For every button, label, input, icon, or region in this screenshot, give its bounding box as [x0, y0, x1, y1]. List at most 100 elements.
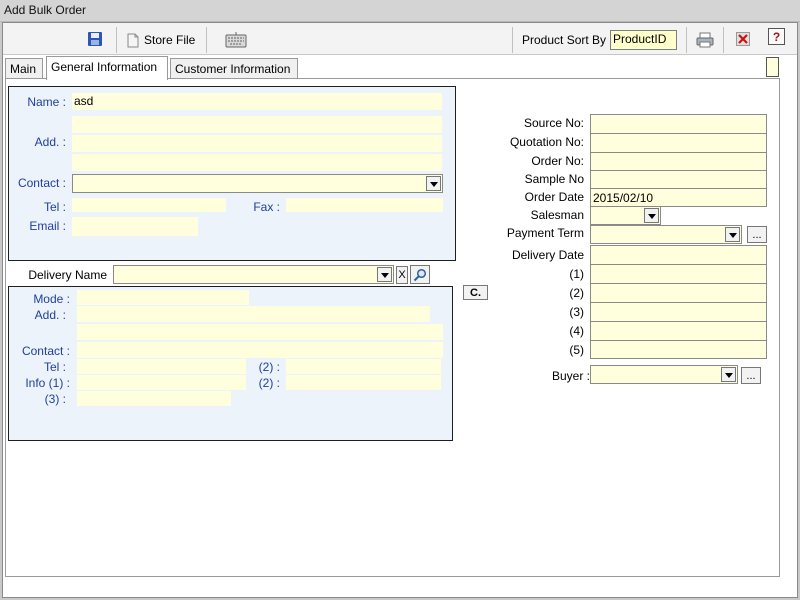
- date-5-label: (5): [569, 343, 584, 357]
- source-no-label: Source No:: [523, 116, 584, 130]
- window-titlebar: Add Bulk Order: [0, 0, 800, 22]
- contact-label: Contact :: [17, 176, 66, 190]
- toolbar-separator: [686, 27, 687, 53]
- order-no-label: Order No:: [531, 154, 584, 168]
- tab-customer-information[interactable]: Customer Information: [170, 58, 298, 80]
- toolbar-separator: [116, 27, 117, 53]
- save-button[interactable]: [86, 30, 104, 48]
- buyer-dropdown[interactable]: [590, 365, 738, 384]
- toolbar: [3, 23, 797, 55]
- tel-label: Tel :: [43, 200, 66, 214]
- buyer-more-button[interactable]: ...: [741, 367, 761, 384]
- clear-delivery-label: X: [398, 269, 406, 281]
- date-4-field[interactable]: [590, 321, 767, 340]
- sample-no-label: Sample No: [524, 172, 584, 186]
- source-no-field[interactable]: [590, 114, 767, 133]
- contact-dropdown[interactable]: [72, 174, 443, 193]
- address-line-1-field[interactable]: [72, 116, 442, 133]
- delivery-contact-label: Contact :: [21, 344, 70, 358]
- delivery-address-line-2-field[interactable]: [77, 324, 443, 340]
- product-sort-input[interactable]: ProductID: [610, 30, 677, 50]
- address-line-2-field[interactable]: [72, 135, 442, 152]
- delivery-tel-label: Tel :: [43, 360, 66, 374]
- order-no-field[interactable]: [590, 152, 767, 171]
- name-label: Name :: [27, 95, 66, 109]
- delivery-tel-field[interactable]: [77, 359, 246, 374]
- info2-field[interactable]: [286, 375, 441, 390]
- info1-field[interactable]: [77, 375, 246, 390]
- address-line-3-field[interactable]: [72, 154, 442, 171]
- tab-general-information[interactable]: General Information: [46, 56, 168, 80]
- date-3-label: (3): [569, 305, 584, 319]
- payment-term-more-button[interactable]: ...: [747, 226, 767, 243]
- fax-label: Fax :: [253, 200, 280, 214]
- delivery-address-label: Add. :: [34, 308, 66, 322]
- delivery-name-dropdown[interactable]: [113, 265, 394, 284]
- store-file-label: Store File: [144, 33, 196, 47]
- salesman-label: Salesman: [530, 208, 584, 222]
- tel-field[interactable]: [72, 198, 226, 212]
- toolbar-separator: [512, 27, 513, 53]
- tab-main[interactable]: Main: [5, 58, 43, 80]
- info3-field[interactable]: [77, 391, 231, 406]
- quotation-no-label: Quotation No:: [509, 135, 584, 149]
- chevron-down-icon[interactable]: [725, 227, 740, 242]
- copy-address-button[interactable]: C.: [463, 285, 488, 300]
- chevron-down-icon[interactable]: [721, 367, 736, 382]
- salesman-dropdown[interactable]: [590, 206, 661, 225]
- tab-main-label: Main: [10, 62, 37, 76]
- status-indicator-box: [766, 57, 779, 77]
- window-title: Add Bulk Order: [4, 3, 87, 17]
- copy-address-label: C.: [470, 286, 481, 299]
- chevron-down-icon[interactable]: [426, 176, 441, 191]
- close-icon: [736, 32, 750, 46]
- email-field[interactable]: [72, 217, 198, 236]
- search-icon: [413, 268, 427, 281]
- floppy-disk-icon: [88, 32, 102, 46]
- delivery-name-label: Delivery Name: [28, 268, 107, 282]
- delivery-contact-field[interactable]: [77, 342, 443, 358]
- mode-label: Mode :: [33, 292, 70, 306]
- info2-label: (2) :: [258, 376, 280, 390]
- fax-field[interactable]: [286, 198, 443, 212]
- clear-delivery-button[interactable]: X: [396, 266, 408, 284]
- tab-general-information-label: General Information: [51, 60, 158, 74]
- address-label: Add. :: [34, 135, 66, 149]
- name-field[interactable]: asd: [72, 93, 442, 110]
- mode-field[interactable]: [77, 290, 249, 305]
- toolbar-separator: [723, 27, 724, 53]
- delivery-date-field[interactable]: [590, 245, 767, 264]
- help-button[interactable]: ?: [768, 28, 785, 45]
- date-5-field[interactable]: [590, 340, 767, 359]
- date-2-field[interactable]: [590, 283, 767, 302]
- delivery-tel2-label: (2) :: [258, 360, 280, 374]
- delivery-tel2-field[interactable]: [286, 359, 441, 374]
- date-1-field[interactable]: [590, 264, 767, 283]
- buyer-label: Buyer :: [551, 369, 590, 383]
- printer-icon: [696, 32, 714, 48]
- keyboard-icon: [225, 32, 247, 48]
- keyboard-button[interactable]: [224, 29, 248, 51]
- store-file-button[interactable]: Store File: [126, 30, 195, 50]
- date-1-label: (1): [569, 267, 584, 281]
- sample-no-field[interactable]: [590, 170, 767, 189]
- order-date-label: Order Date: [524, 190, 584, 204]
- search-delivery-button[interactable]: [410, 265, 430, 284]
- chevron-down-icon[interactable]: [644, 208, 659, 223]
- help-icon: ?: [772, 29, 781, 44]
- print-button[interactable]: [695, 30, 715, 50]
- order-date-field[interactable]: 2015/02/10: [590, 188, 767, 207]
- date-3-field[interactable]: [590, 302, 767, 321]
- product-sort-label: Product Sort By: [522, 33, 607, 47]
- chevron-down-icon[interactable]: [377, 267, 392, 282]
- quotation-no-field[interactable]: [590, 133, 767, 152]
- toolbar-separator: [206, 27, 207, 53]
- close-button[interactable]: [735, 31, 751, 47]
- delivery-address-line-1-field[interactable]: [77, 306, 430, 322]
- tab-customer-information-label: Customer Information: [175, 62, 291, 76]
- delivery-date-label: Delivery Date: [511, 248, 584, 262]
- file-icon: [127, 33, 139, 47]
- payment-term-dropdown[interactable]: [590, 225, 742, 244]
- info3-label: (3) :: [44, 392, 66, 406]
- payment-term-more-label: ...: [752, 228, 762, 241]
